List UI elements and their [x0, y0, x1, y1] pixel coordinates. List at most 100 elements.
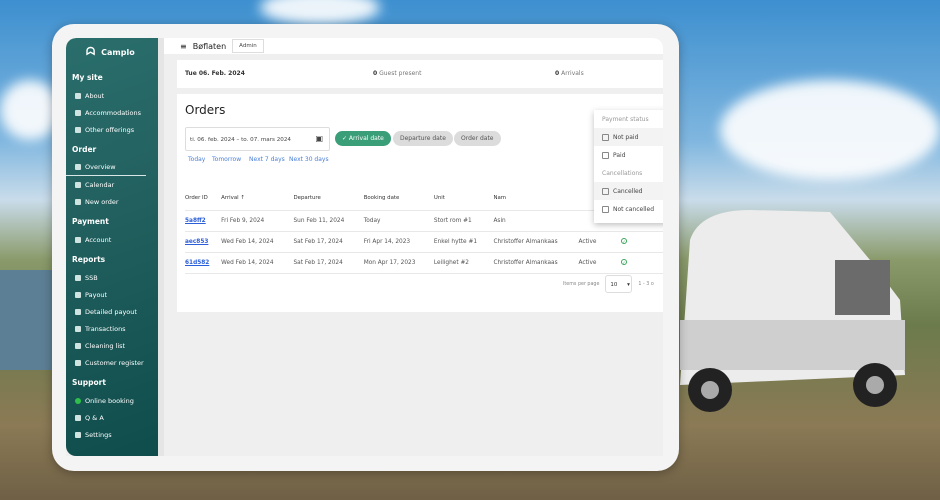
column-header[interactable]: Nam	[493, 186, 579, 211]
site-name: Bøflaten	[192, 41, 227, 51]
sidebar-item-q-a[interactable]: Q & A	[66, 409, 158, 426]
detailed-payout-icon	[75, 308, 81, 315]
option-not-cancelled[interactable]: Not cancelled	[594, 200, 663, 218]
calendar-icon	[75, 181, 81, 188]
table-row[interactable]: 5a8ff2 Fri Feb 9, 2024 Sun Feb 11, 2024 Tod…	[185, 210, 663, 232]
accommodations-icon	[75, 109, 81, 116]
sidebar-item-label: Customer register	[85, 358, 144, 367]
sidebar-item-overview[interactable]: Overview	[66, 159, 146, 176]
column-header[interactable]: Unit	[433, 186, 494, 211]
checkbox[interactable]	[602, 187, 609, 195]
column-header[interactable]: Booking date	[363, 186, 434, 211]
payout-icon	[75, 291, 81, 298]
settings-icon	[75, 431, 81, 438]
sidebar-item-label: Account	[85, 235, 112, 244]
filter-dropdown: Payment status Not paid Paid Cancellatio…	[594, 110, 663, 223]
sidebar-item-accommodations[interactable]: Accommodations	[66, 104, 158, 121]
sidebar-item-other-offerings[interactable]: Other offerings	[66, 121, 158, 138]
table-cell: Today	[363, 210, 434, 232]
sidebar-item-new-order[interactable]: New order	[66, 193, 158, 210]
checkbox[interactable]	[602, 205, 609, 213]
sidebar-item-label: Calendar	[85, 180, 115, 189]
sidebar-item-cleaning-list[interactable]: Cleaning list	[66, 337, 158, 354]
date-range-input[interactable]: ti. 06. feb. 2024 – to. 07. mars 2024 ▣	[185, 127, 330, 151]
sidebar-item-label: Q & A	[85, 413, 104, 422]
paid-check-icon: ✓	[621, 238, 628, 244]
arrivals: 0 Arrivals	[555, 70, 584, 77]
sidebar-item-label: Settings	[85, 430, 112, 439]
items-per-page-select[interactable]: 10 ▾	[605, 275, 633, 293]
column-header[interactable]: Departure	[293, 186, 364, 211]
sidebar-section-title: My site	[72, 73, 103, 82]
cell-text: Fri Feb 9, 2024	[221, 217, 265, 224]
cell-text: Christoffer Almankaas	[493, 238, 558, 245]
sidebar-item-label: SSB	[85, 273, 98, 282]
sidebar-item-payout[interactable]: Payout	[66, 286, 158, 303]
page-range: 1 - 3 o	[638, 281, 654, 287]
cell-text: Christoffer Almankaas	[493, 259, 558, 266]
cell-text: Enkel hytte #1	[433, 238, 478, 245]
option-cancelled[interactable]: Cancelled	[594, 182, 663, 200]
table-cell: Fri Apr 14, 2023	[363, 231, 434, 253]
table-cell: Christoffer Almankaas	[493, 231, 579, 253]
topbar: ≡ Bøflaten Admin	[164, 38, 663, 54]
sidebar-item-settings[interactable]: Settings	[66, 426, 158, 443]
sidebar-item-detailed-payout[interactable]: Detailed payout	[66, 303, 158, 320]
option-not-paid[interactable]: Not paid	[594, 128, 663, 146]
chip-departure-date[interactable]: Departure date	[393, 131, 453, 146]
table-cell: Stort rom #1	[433, 210, 494, 232]
table-row[interactable]: 61d582 Wed Feb 14, 2024 Sat Feb 17, 2024 Mo…	[185, 252, 663, 274]
sidebar-item-ssb[interactable]: SSB	[66, 269, 158, 286]
table-cell: Wed Feb 14, 2024	[221, 252, 294, 274]
cell-text: Leilighet #2	[433, 259, 469, 266]
quick-tomorrow[interactable]: Tomorrow	[212, 156, 241, 163]
order-id-link[interactable]: aec853	[185, 239, 208, 245]
motorhome-image	[680, 210, 905, 412]
sidebar-item-customer-register[interactable]: Customer register	[66, 354, 158, 371]
q-a-icon	[75, 414, 81, 421]
sidebar-item-label: Cleaning list	[85, 341, 126, 350]
sidebar-item-transactions[interactable]: Transactions	[66, 320, 158, 337]
sidebar-item-label: Other offerings	[85, 125, 135, 134]
admin-tab[interactable]: Admin	[232, 39, 264, 53]
table-cell: 5a8ff2	[185, 210, 222, 232]
order-id-link[interactable]: 61d582	[185, 260, 209, 266]
option-paid[interactable]: Paid	[594, 146, 663, 164]
customer-register-icon	[75, 359, 81, 366]
brand-name: Camplo	[101, 47, 135, 57]
table-cell: Active	[578, 252, 622, 274]
cell-text: Active	[578, 238, 597, 245]
items-per-page-label: Items per page	[563, 281, 600, 287]
quick-today[interactable]: Today	[188, 156, 205, 163]
menu-icon[interactable]: ≡	[180, 42, 187, 51]
sidebar-item-calendar[interactable]: Calendar	[66, 176, 158, 193]
sidebar-item-label: Online booking	[85, 396, 134, 405]
quick-next-7-days[interactable]: Next 7 days	[249, 156, 285, 163]
online-booking-icon	[75, 397, 81, 404]
sidebar-item-about[interactable]: About	[66, 87, 158, 104]
cell-text: Sat Feb 17, 2024	[293, 238, 343, 245]
column-header[interactable]: Order ID	[185, 186, 222, 211]
calendar-icon[interactable]: ▣	[315, 134, 323, 143]
chip-order-date[interactable]: Order date	[454, 131, 501, 146]
sidebar-item-label: Transactions	[85, 324, 126, 333]
orders-title: Orders	[185, 103, 226, 117]
table-cell: Christoffer Almankaas	[493, 252, 579, 274]
sidebar-item-account[interactable]: Account	[66, 231, 158, 248]
cancellations-header: Cancellations	[602, 170, 643, 177]
table-row[interactable]: aec853 Wed Feb 14, 2024 Sat Feb 17, 2024 Fr…	[185, 231, 663, 253]
table-cell: Fri Feb 9, 2024	[221, 210, 294, 232]
order-id-link[interactable]: 5a8ff2	[185, 218, 206, 224]
chip-arrival-date[interactable]: ✓ Arrival date	[335, 131, 391, 146]
sidebar-item-online-booking[interactable]: Online booking	[66, 392, 158, 409]
table-cell: Sat Feb 17, 2024	[293, 231, 364, 253]
new-order-icon	[75, 198, 81, 205]
column-header[interactable]: Arrival ↑	[221, 186, 294, 211]
sidebar-item-label: About	[85, 91, 105, 100]
sidebar-item-label: Accommodations	[85, 108, 142, 117]
table-cell: Asin	[493, 210, 579, 232]
cell-text: Wed Feb 14, 2024	[221, 238, 274, 245]
checkbox[interactable]	[602, 133, 609, 141]
quick-next-30-days[interactable]: Next 30 days	[289, 156, 329, 163]
checkbox[interactable]	[602, 151, 609, 159]
